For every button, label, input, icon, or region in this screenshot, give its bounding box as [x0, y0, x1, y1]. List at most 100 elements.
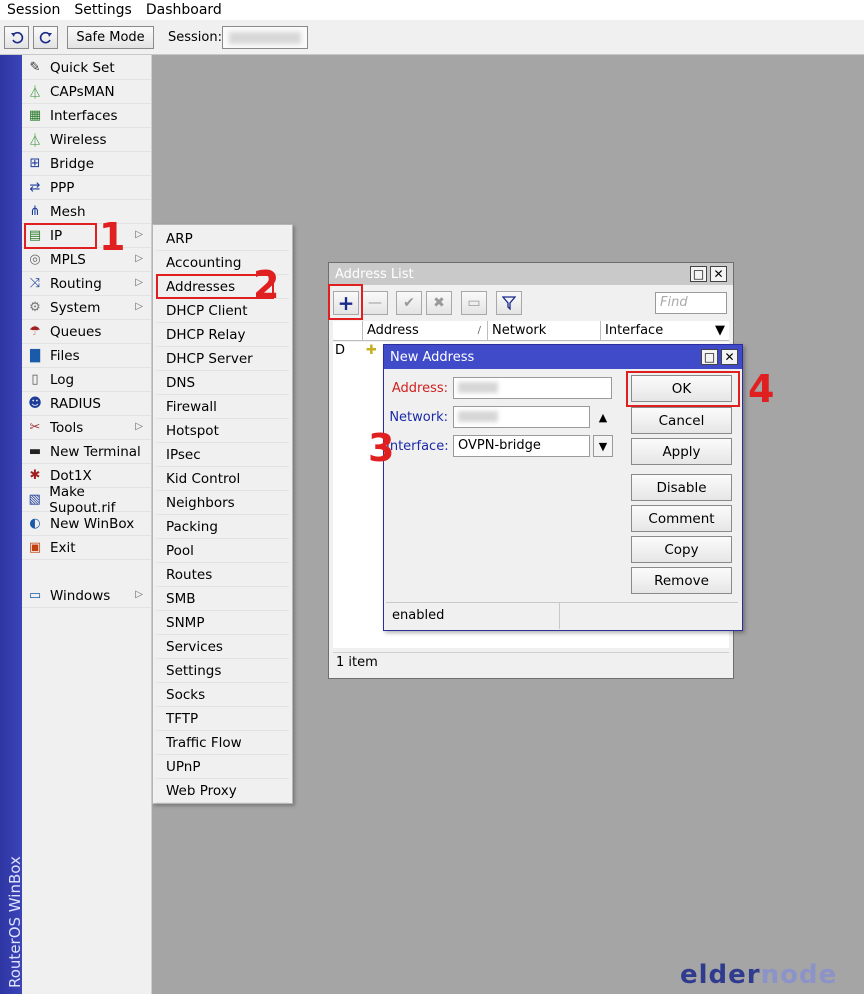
sidebar-item-windows[interactable]: ▭ Windows ▷ [22, 584, 151, 608]
enable-button[interactable]: ✔ [396, 291, 422, 315]
sidebar-item-new-winbox[interactable]: ◐ New WinBox [22, 512, 151, 536]
sidebar-item-log[interactable]: ▯ Log [22, 368, 151, 392]
filter-button[interactable] [496, 291, 522, 315]
maximize-button[interactable]: □ [690, 266, 707, 282]
undo-button[interactable] [4, 26, 29, 49]
minus-icon: — [368, 295, 382, 311]
submenu-item-packing[interactable]: Packing [156, 515, 289, 539]
sidebar-item-files[interactable]: ▇ Files [22, 344, 151, 368]
dialog-status-bar: enabled [386, 602, 738, 629]
submenu-item-snmp[interactable]: SNMP [156, 611, 289, 635]
address-input[interactable] [453, 377, 612, 399]
ok-button[interactable]: OK [631, 375, 732, 402]
sidebar-item-tools[interactable]: ✂ Tools ▷ [22, 416, 151, 440]
cancel-button[interactable]: Cancel [631, 407, 732, 434]
dropdown-arrow-icon: ▼ [598, 439, 608, 453]
sidebar-item-radius[interactable]: ☻ RADIUS [22, 392, 151, 416]
dialog-close-button[interactable]: ✕ [721, 349, 738, 365]
sidebar-item-ip[interactable]: ▤ IP ▷ [22, 224, 151, 248]
session-label: Session: [168, 30, 222, 45]
submenu-item-firewall[interactable]: Firewall [156, 395, 289, 419]
submenu-item-services[interactable]: Services [156, 635, 289, 659]
submenu-item-upnp[interactable]: UPnP [156, 755, 289, 779]
monitor-icon: ▭ [28, 588, 42, 603]
close-button[interactable]: ✕ [710, 266, 727, 282]
submenu-item-settings[interactable]: Settings [156, 659, 289, 683]
submenu-item-socks[interactable]: Socks [156, 683, 289, 707]
remove-button[interactable]: Remove [631, 567, 732, 594]
sidebar-item-label: Wireless [50, 131, 107, 148]
mpls-icon: ◎ [29, 252, 41, 267]
submenu-item-tftp[interactable]: TFTP [156, 707, 289, 731]
sidebar-item-label: Files [50, 347, 80, 364]
comment-button[interactable]: ▭ [461, 291, 487, 315]
menu-settings[interactable]: Settings [67, 1, 138, 19]
submenu-item-arp[interactable]: ARP [156, 227, 289, 251]
plus-icon: + [337, 291, 355, 315]
ppp-icon: ⇄ [29, 180, 41, 195]
submenu-item-hotspot[interactable]: Hotspot [156, 419, 289, 443]
network-toggle[interactable]: ▲ [593, 406, 613, 428]
submenu-item-smb[interactable]: SMB [156, 587, 289, 611]
menu-session[interactable]: Session [0, 1, 67, 19]
sidebar-item-routing[interactable]: ⤨ Routing ▷ [22, 272, 151, 296]
new-address-title: New Address [390, 349, 475, 365]
redo-icon [39, 31, 52, 43]
new-address-titlebar[interactable]: New Address [384, 345, 742, 369]
col-address[interactable]: Address / [363, 321, 488, 341]
bridge-icon: ⊞ [29, 156, 41, 171]
sidebar-item-system[interactable]: ⚙ System ▷ [22, 296, 151, 320]
submenu-item-web-proxy[interactable]: Web Proxy [156, 779, 289, 803]
disable-button[interactable]: Disable [631, 474, 732, 501]
submenu-item-ipsec[interactable]: IPsec [156, 443, 289, 467]
interface-dropdown-button[interactable]: ▼ [593, 435, 613, 457]
find-input[interactable]: Find [655, 292, 727, 314]
ip-icon: ▤ [28, 228, 42, 243]
sidebar-item-label: Bridge [50, 155, 95, 172]
submenu-item-traffic-flow[interactable]: Traffic Flow [156, 731, 289, 755]
exit-icon: ▣ [28, 540, 42, 555]
column-dropdown-icon[interactable]: ▼ [715, 321, 725, 340]
add-button[interactable]: + [333, 291, 359, 315]
sidebar-item-wireless[interactable]: ⏃ Wireless [22, 128, 151, 152]
submenu-item-dns[interactable]: DNS [156, 371, 289, 395]
submenu-item-kid-control[interactable]: Kid Control [156, 467, 289, 491]
sidebar-item-label: New WinBox [50, 515, 135, 532]
sidebar-item-bridge[interactable]: ⊞ Bridge [22, 152, 151, 176]
disable-button[interactable]: ✖ [426, 291, 452, 315]
interface-select[interactable]: OVPN-bridge [453, 435, 590, 457]
main-menu: ✎ Quick Set ⏃ CAPsMAN ▦ Interfaces ⏃ Wireless ⊞ B… [22, 55, 152, 994]
menu-dashboard[interactable]: Dashboard [139, 1, 229, 19]
ip-submenu: ARP Accounting Addresses DHCP Client DHCP Re… [152, 224, 293, 804]
col-network[interactable]: Network [488, 321, 601, 341]
dialog-maximize-button[interactable]: □ [701, 349, 718, 365]
network-input[interactable] [453, 406, 590, 428]
copy-button[interactable]: Copy [631, 536, 732, 563]
apply-button[interactable]: Apply [631, 438, 732, 465]
safe-mode-button[interactable]: Safe Mode [67, 26, 154, 49]
sidebar-item-capsman[interactable]: ⏃ CAPsMAN [22, 80, 151, 104]
interface-label: Interface: [386, 439, 449, 454]
address-list-titlebar[interactable]: Address List [329, 263, 733, 285]
sidebar-item-ppp[interactable]: ⇄ PPP [22, 176, 151, 200]
comment-button[interactable]: Comment [631, 505, 732, 532]
sidebar-item-queues[interactable]: ☂ Queues [22, 320, 151, 344]
sidebar-item-new-terminal[interactable]: ▬ New Terminal [22, 440, 151, 464]
submenu-item-routes[interactable]: Routes [156, 563, 289, 587]
remove-button[interactable]: — [362, 291, 388, 315]
submenu-item-neighbors[interactable]: Neighbors [156, 491, 289, 515]
triangle-up-icon: ▲ [598, 410, 608, 424]
submenu-item-dhcp-server[interactable]: DHCP Server [156, 347, 289, 371]
col-interface[interactable]: Interface ▼ [601, 321, 729, 341]
sidebar-item-mpls[interactable]: ◎ MPLS ▷ [22, 248, 151, 272]
redo-button[interactable] [33, 26, 58, 49]
submenu-item-dhcp-relay[interactable]: DHCP Relay [156, 323, 289, 347]
sidebar-item-quick-set[interactable]: ✎ Quick Set [22, 56, 151, 80]
x-icon: ✖ [433, 295, 445, 311]
sidebar-item-interfaces[interactable]: ▦ Interfaces [22, 104, 151, 128]
sidebar-item-mesh[interactable]: ⋔ Mesh [22, 200, 151, 224]
sidebar-item-make-supout-rif[interactable]: ▧ Make Supout.rif [22, 484, 151, 516]
submenu-item-pool[interactable]: Pool [156, 539, 289, 563]
submenu-arrow-icon: ▷ [135, 589, 143, 600]
sidebar-item-exit[interactable]: ▣ Exit [22, 536, 151, 560]
